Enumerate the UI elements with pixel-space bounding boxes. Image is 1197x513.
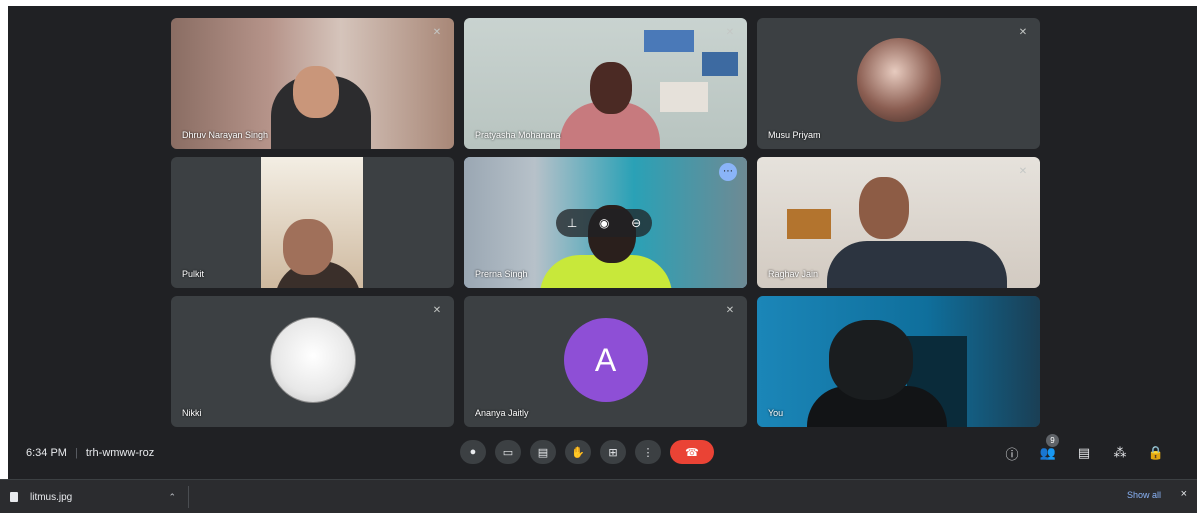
wall-poster: [644, 30, 694, 52]
lock-icon: 🔒: [1147, 445, 1165, 460]
remove-icon[interactable]: ⊖: [631, 216, 641, 230]
download-bar: litmus.jpg ⌃ Show all ×: [0, 479, 1197, 513]
mic-off-icon: ✕: [432, 27, 442, 38]
people-count-badge: 9: [1046, 434, 1059, 447]
participant-name: You: [768, 408, 784, 418]
mic-button[interactable]: ●: [460, 440, 486, 464]
person-head: [859, 177, 909, 239]
participant-tile[interactable]: ✕ Pratyasha Mohanana: [464, 18, 747, 149]
person-head: [590, 62, 632, 114]
download-file-name: litmus.jpg: [30, 491, 73, 503]
participant-tile[interactable]: A ✕ Ananya Jaitly: [464, 296, 747, 427]
people-icon: 👥: [1039, 445, 1057, 460]
person-head: [293, 66, 339, 118]
participant-tile[interactable]: ✕ Raghav Jain: [757, 157, 1040, 288]
participant-tile-active[interactable]: ⊥ ◉ ⊖ ⋯ Prerna Singh: [464, 157, 747, 288]
participant-tile[interactable]: ✕ Dhruv Narayan Singh: [171, 18, 454, 149]
participant-name: Raghav Jain: [768, 269, 819, 279]
participant-tile[interactable]: ✕ Nikki: [171, 296, 454, 427]
mic-icon: ●: [469, 446, 477, 458]
participant-name: Pulkit: [182, 269, 205, 279]
participant-tile[interactable]: ✕ Musu Priyam: [757, 18, 1040, 149]
chat-icon: ▤: [1077, 445, 1091, 460]
mic-off-icon: ✕: [432, 305, 442, 316]
camera-icon: ▭: [502, 446, 514, 459]
captions-button[interactable]: ▤: [530, 440, 556, 464]
person-head: [283, 219, 333, 275]
meeting-time: 6:34 PM: [26, 447, 67, 459]
people-button[interactable]: 👥 9: [1035, 434, 1061, 465]
person-silhouette: [827, 241, 1007, 288]
mic-off-icon: ✕: [725, 305, 735, 316]
info-icon: ⓘ: [1005, 446, 1019, 462]
participant-name: Pratyasha Mohanana: [475, 130, 561, 140]
more-options-icon[interactable]: ⋯: [719, 163, 737, 181]
divider: |: [74, 447, 78, 459]
host-controls-button[interactable]: 🔒: [1143, 441, 1169, 465]
tile-hover-controls: ⊥ ◉ ⊖: [556, 209, 652, 237]
meeting-stage: ✕ Dhruv Narayan Singh ✕ Pratyasha Mohana…: [8, 6, 1197, 479]
participant-name: Dhruv Narayan Singh: [182, 130, 269, 140]
right-controls: ⓘ 👥 9 ▤ ⁂ 🔒: [999, 434, 1169, 465]
download-item[interactable]: litmus.jpg ⌃: [10, 486, 189, 508]
end-call-icon: ☎: [685, 446, 699, 459]
mic-off-icon: ✕: [1018, 27, 1028, 38]
participant-name: Prerna Singh: [475, 269, 528, 279]
hand-icon: ✋: [571, 446, 585, 459]
pin-icon[interactable]: ⊥: [567, 216, 577, 230]
call-controls: ● ▭ ▤ ✋ ⊞ ⋮ ☎: [460, 440, 714, 464]
letter-avatar: A: [563, 318, 648, 402]
present-icon: ⊞: [608, 446, 618, 459]
person-head: [829, 320, 913, 400]
mic-off-icon: ✕: [1018, 166, 1028, 177]
meeting-details-button[interactable]: ⓘ: [999, 441, 1025, 465]
meeting-info: 6:34 PM | trh-wmww-roz: [26, 447, 154, 459]
show-all-link[interactable]: Show all: [1127, 490, 1161, 500]
chat-button[interactable]: ▤: [1071, 441, 1097, 465]
more-icon: ⋮: [642, 446, 654, 459]
participant-name: Musu Priyam: [768, 130, 821, 140]
camera-button[interactable]: ▭: [495, 440, 521, 464]
end-call-button[interactable]: ☎: [670, 440, 714, 464]
activities-button[interactable]: ⁂: [1107, 441, 1133, 465]
profile-avatar: [269, 317, 356, 403]
close-icon[interactable]: ×: [1181, 488, 1187, 500]
raise-hand-button[interactable]: ✋: [565, 440, 591, 464]
meeting-code: trh-wmww-roz: [85, 447, 155, 459]
file-icon: [10, 492, 18, 502]
present-button[interactable]: ⊞: [600, 440, 626, 464]
participant-tile-self[interactable]: You: [757, 296, 1040, 427]
profile-avatar: [856, 38, 941, 122]
participant-name: Ananya Jaitly: [475, 408, 529, 418]
wall-poster: [702, 52, 738, 76]
activities-icon: ⁂: [1113, 445, 1127, 460]
more-options-button[interactable]: ⋮: [635, 440, 661, 464]
mic-off-icon: ✕: [725, 27, 735, 38]
wall-frame: [787, 209, 831, 239]
wall-poster: [660, 82, 708, 112]
mic-icon[interactable]: ◉: [599, 216, 609, 230]
captions-icon: ▤: [537, 446, 549, 459]
chevron-up-icon[interactable]: ⌃: [168, 492, 176, 503]
participant-tile[interactable]: Pulkit: [171, 157, 454, 288]
participant-name: Nikki: [182, 408, 202, 418]
